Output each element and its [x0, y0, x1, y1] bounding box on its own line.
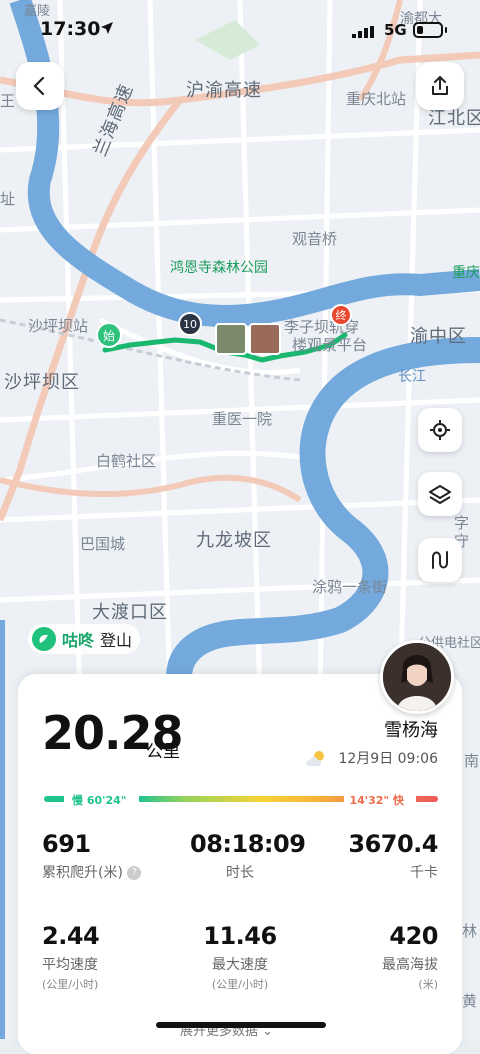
stat-unit: (公里/小时)	[211, 978, 269, 991]
wave-icon	[432, 551, 448, 569]
map-label: 沙坪坝站	[28, 317, 89, 335]
map-label: 巴国城	[80, 535, 126, 553]
pace-slow-label: 慢 60'24"	[72, 794, 127, 807]
location-arrow-icon	[101, 22, 113, 34]
stat-unit: (公里/小时)	[42, 978, 99, 991]
start-marker[interactable]: 始	[96, 322, 122, 348]
brand-badge: 咕咚 登山	[28, 624, 141, 654]
map-label: 九龙坡区	[196, 530, 272, 551]
stat-calories: 3670.4 千卡	[348, 830, 438, 882]
map-label: 楼观景平台	[292, 336, 368, 354]
stat-max-altitude: 420 最高海拔 (米)	[382, 922, 439, 992]
map-label: 沙坪坝区	[4, 372, 80, 393]
map-label: 重医一院	[212, 410, 273, 428]
route-photo-thumbnail[interactable]	[249, 323, 281, 355]
map-label: 南	[464, 752, 480, 770]
stat-value: 08:18:09	[190, 830, 306, 858]
stat-label: 最大速度	[212, 957, 268, 973]
help-icon[interactable]: ?	[127, 866, 142, 880]
stat-value: 691	[42, 830, 91, 858]
map-label: 重庆	[452, 265, 480, 281]
pace-fast-label: 14'32" 快	[349, 794, 404, 807]
distance-unit: 公里	[146, 742, 180, 762]
share-icon	[432, 76, 448, 95]
codoon-logo-icon	[32, 627, 56, 651]
stat-climb: 691 累积爬升(米) ?	[42, 830, 142, 882]
brand-name: 咕咚	[62, 631, 95, 650]
map-label: 白鹤社区	[96, 452, 157, 470]
photo-cluster-marker[interactable]: 10	[178, 312, 202, 336]
stat-label: 最高海拔	[382, 957, 438, 973]
share-button[interactable]	[416, 62, 464, 110]
stat-value: 3670.4	[348, 830, 438, 858]
map-label: 黄	[462, 992, 478, 1010]
route-photo-thumbnail[interactable]	[215, 323, 247, 355]
locate-button[interactable]	[418, 408, 462, 452]
summary-card: 20.28 公里 雪杨海 12月9日 09:06 慢 60'24" 14'32"…	[18, 674, 462, 1054]
map-label: 王	[0, 92, 16, 110]
activity-datetime: 12月9日 09:06	[338, 751, 438, 767]
map-layers-button[interactable]	[418, 472, 462, 516]
map-label: 涂鸦一条街	[312, 578, 388, 596]
signal-icon	[352, 26, 374, 38]
stat-unit: (米)	[418, 978, 438, 991]
layers-icon	[429, 485, 451, 504]
map-label: 林	[462, 922, 478, 940]
cloudy-sun-icon	[306, 751, 324, 766]
stat-label: 时长	[226, 865, 254, 881]
target-icon	[430, 420, 450, 440]
elevation-chart-button[interactable]	[418, 538, 462, 582]
home-indicator	[156, 1022, 326, 1028]
stat-label: 累积爬升(米)	[42, 865, 123, 881]
status-bar: 17:30 5G	[0, 0, 480, 60]
stat-max-speed: 11.46 最大速度 (公里/小时)	[190, 922, 290, 992]
battery-icon	[413, 22, 443, 38]
map-label: 重庆北站	[346, 90, 407, 108]
stat-label: 平均速度	[42, 957, 98, 973]
map-label: 观音桥	[292, 230, 338, 248]
stat-label: 千卡	[410, 865, 438, 881]
avatar[interactable]	[380, 640, 454, 714]
network-type: 5G	[384, 21, 407, 39]
map-label: 沪渝高速	[186, 80, 262, 101]
stat-value: 2.44	[42, 922, 100, 950]
chevron-left-icon	[33, 76, 45, 96]
map-label: 长江	[398, 369, 426, 385]
end-marker[interactable]: 终	[330, 304, 352, 326]
stat-duration: 08:18:09 时长	[190, 830, 306, 882]
map-label: 址	[0, 190, 16, 208]
map-label: 渝中区	[410, 326, 467, 347]
status-time: 17:30	[40, 18, 101, 40]
stat-avg-speed: 2.44 平均速度 (公里/小时)	[42, 922, 100, 992]
map-label: 鸿恩寺森林公园	[170, 260, 268, 276]
activity-category: 登山	[100, 631, 133, 650]
map-label: 大渡口区	[92, 602, 168, 623]
username: 雪杨海	[384, 720, 438, 741]
stat-value: 11.46	[203, 922, 277, 950]
stat-value: 420	[389, 922, 438, 950]
back-button[interactable]	[16, 62, 64, 110]
